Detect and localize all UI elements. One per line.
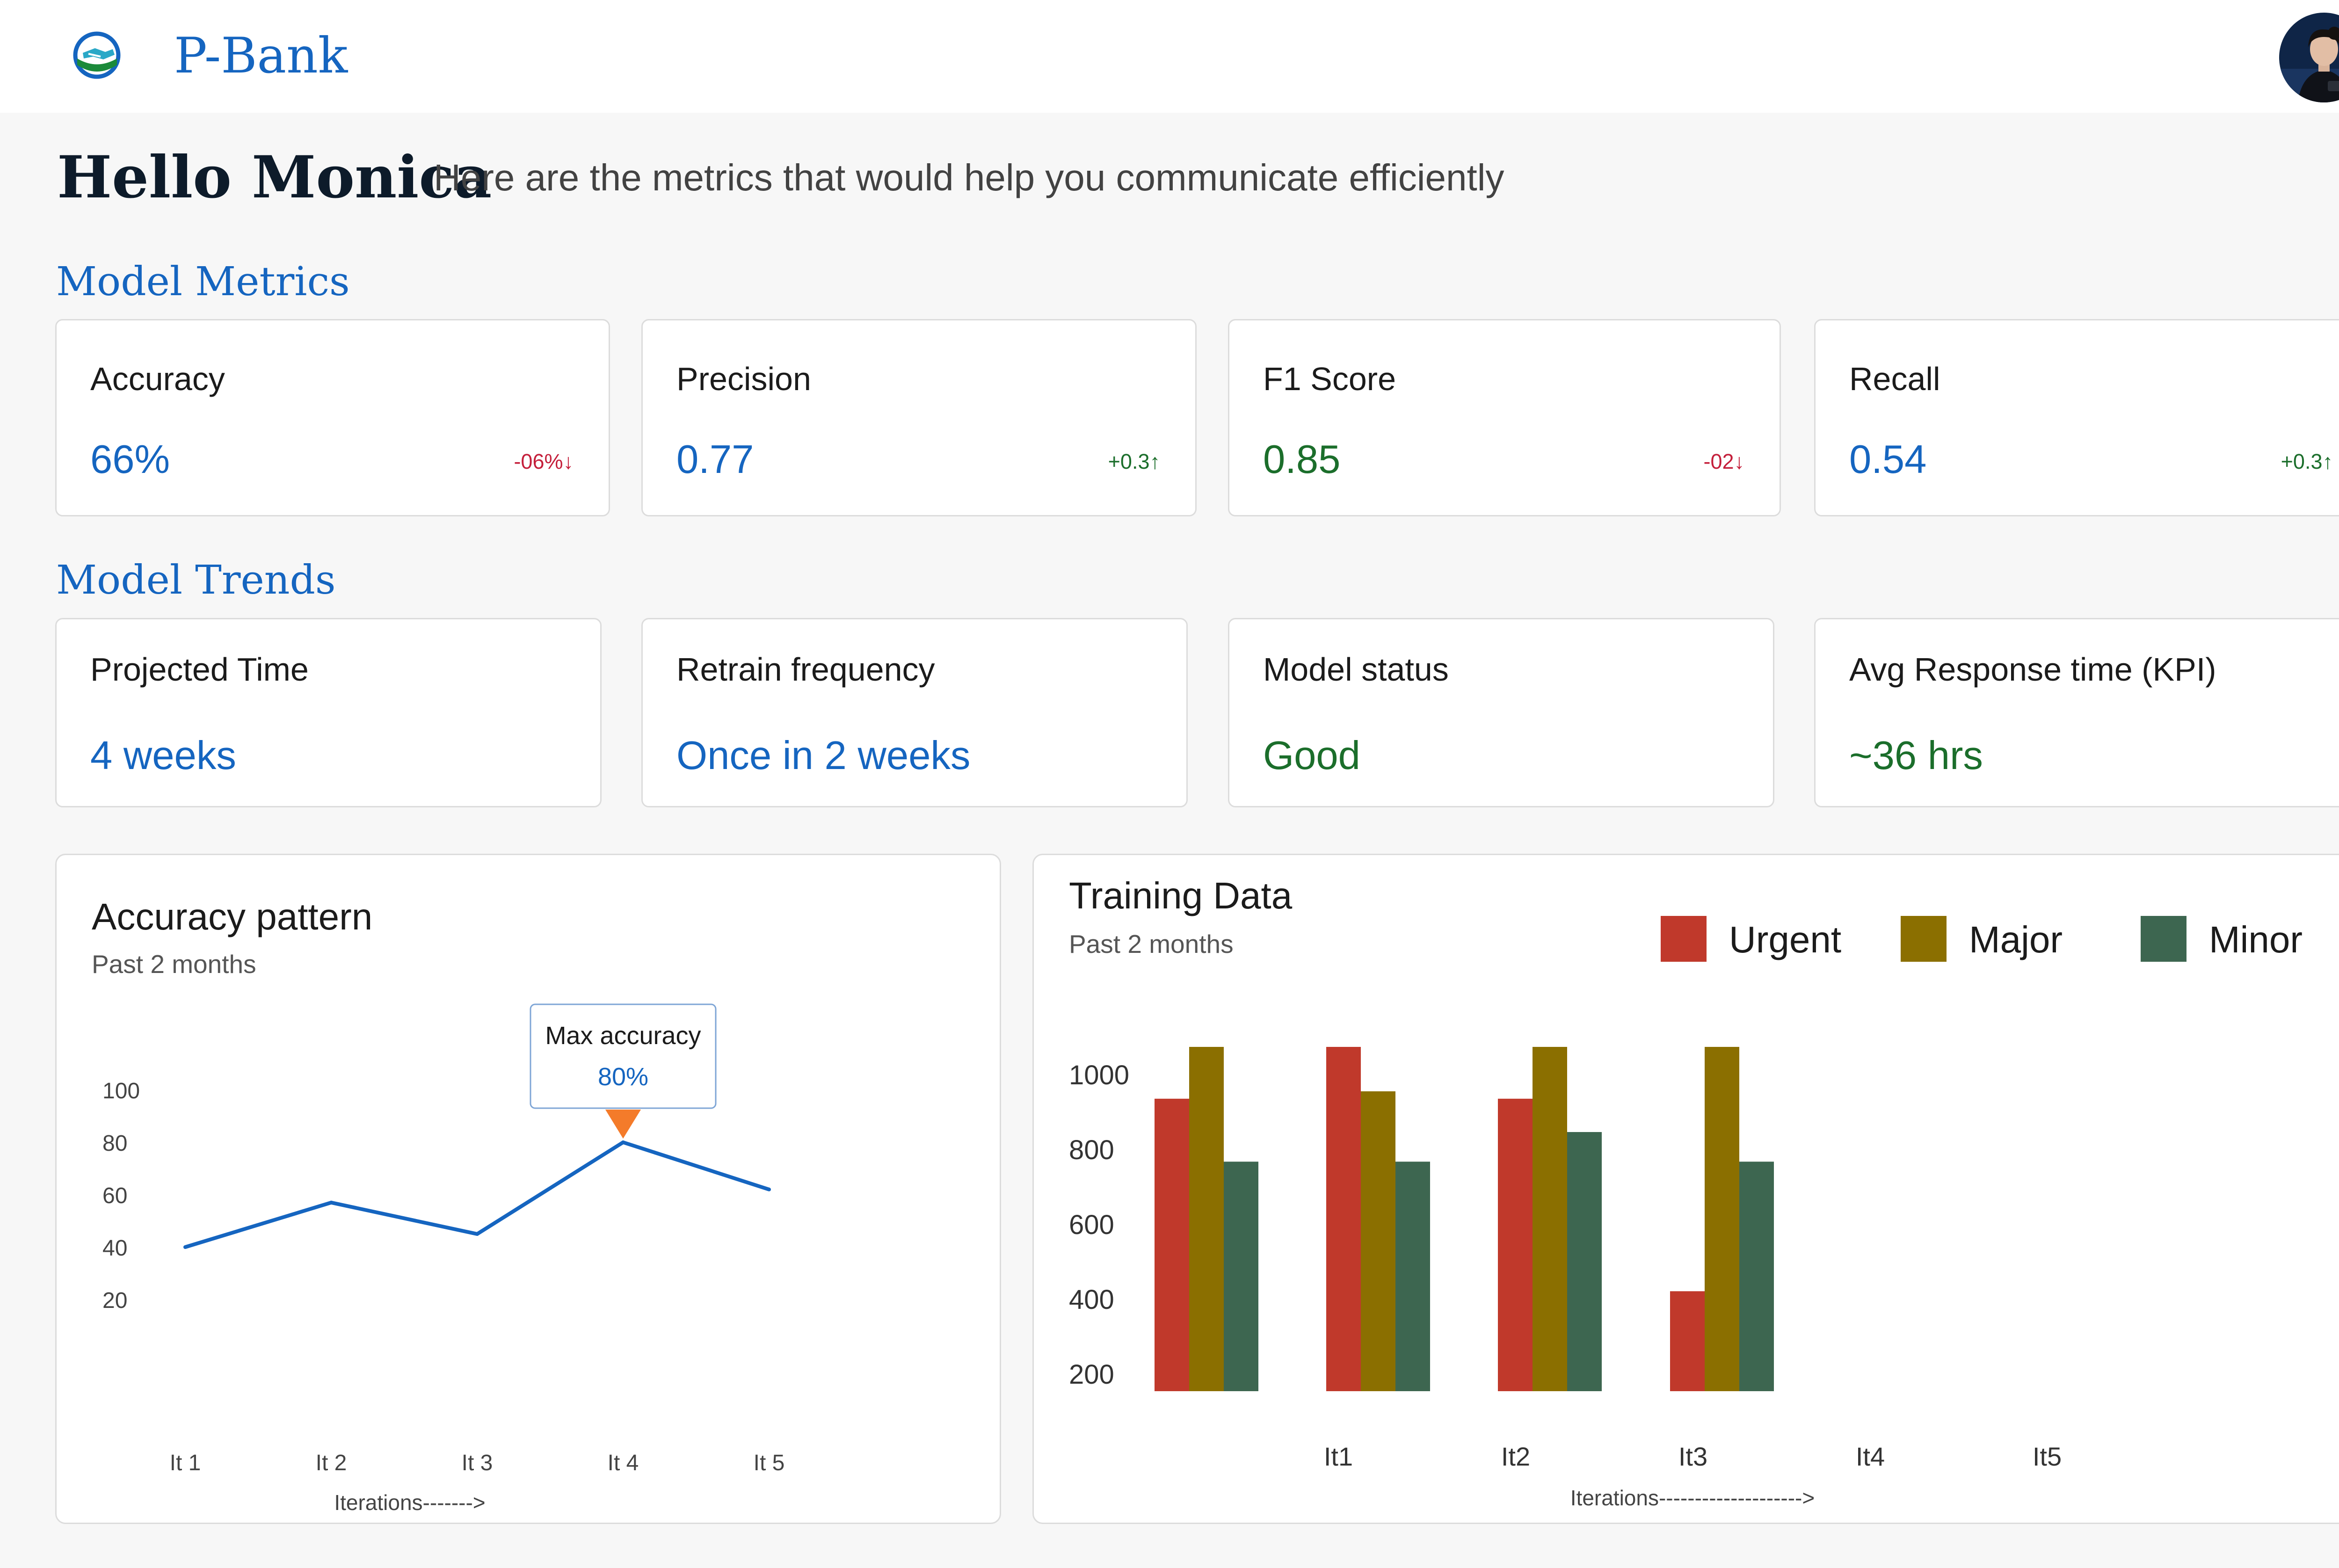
line-point bbox=[767, 1187, 771, 1191]
trend-label: Model status bbox=[1263, 651, 1449, 688]
accuracy-line bbox=[184, 1140, 770, 1249]
metric-label: Accuracy bbox=[90, 361, 225, 397]
y-tick-label: 200 bbox=[1069, 1359, 1114, 1390]
brand-name[interactable]: P-Bank bbox=[174, 25, 348, 86]
y-tick-label: 400 bbox=[1069, 1285, 1114, 1315]
y-tick-label: 100 bbox=[102, 1079, 140, 1103]
trend-label: Retrain frequency bbox=[676, 651, 935, 688]
bar bbox=[1533, 1047, 1567, 1391]
metric-value: 0.85 bbox=[1263, 437, 1341, 482]
bar bbox=[1670, 1291, 1705, 1391]
arrow-down-icon: ↓ bbox=[1734, 450, 1745, 473]
metric-card-recall[interactable]: Recall 0.54 +0.3↑ bbox=[1814, 319, 2339, 516]
accuracy-line-chart: 20 40 60 80 100 It 1 It 2 It 3 It 4 It 5 Iteration… bbox=[102, 1003, 785, 1515]
y-tick-label: 80 bbox=[102, 1131, 127, 1156]
training-bar-chart: 200 400 600 800 1000 It1 It2 It3 It4 It5 Iteration… bbox=[1069, 916, 2303, 1510]
marker-triangle-icon bbox=[605, 1110, 641, 1139]
model-metrics-heading: Model Metrics bbox=[56, 259, 350, 305]
metric-value: 66% bbox=[90, 437, 170, 482]
trend-value: Once in 2 weeks bbox=[676, 733, 971, 778]
arrow-up-icon: ↑ bbox=[2322, 450, 2333, 473]
line-point bbox=[329, 1200, 333, 1205]
trend-card-projected-time[interactable]: Projected Time 4 weeks bbox=[55, 618, 602, 807]
metric-delta: +0.3↑ bbox=[1108, 450, 1161, 473]
legend-label: Urgent bbox=[1729, 919, 1841, 960]
metric-delta: +0.3↑ bbox=[2281, 450, 2333, 473]
legend-swatch bbox=[2141, 916, 2186, 962]
legend-label: Major bbox=[1969, 919, 2063, 960]
legend-swatch bbox=[1661, 916, 1707, 962]
trend-card-avg-response-time[interactable]: Avg Response time (KPI) ~36 hrs bbox=[1814, 618, 2339, 807]
training-data-panel: Training Data Past 2 months 200 400 600 800… bbox=[1032, 854, 2339, 1524]
bar bbox=[1739, 1161, 1774, 1391]
x-tick-label: It 3 bbox=[462, 1451, 493, 1475]
bar bbox=[1567, 1132, 1602, 1391]
bar bbox=[1705, 1047, 1739, 1391]
metric-card-precision[interactable]: Precision 0.77 +0.3↑ bbox=[641, 319, 1197, 516]
metric-value: 0.77 bbox=[676, 437, 754, 482]
tooltip-box bbox=[530, 1003, 717, 1109]
y-tick-label: 20 bbox=[102, 1288, 127, 1313]
metric-label: Precision bbox=[676, 361, 811, 397]
metric-delta: -06%↓ bbox=[514, 450, 574, 473]
metric-card-f1-score[interactable]: F1 Score 0.85 -02↓ bbox=[1228, 319, 1781, 516]
top-bar: P-Bank bbox=[0, 0, 2339, 113]
model-trends-heading: Model Trends bbox=[56, 557, 336, 603]
y-tick-label: 800 bbox=[1069, 1135, 1114, 1165]
x-axis-label: Iterations-------> bbox=[334, 1490, 485, 1515]
y-tick-label: 60 bbox=[102, 1183, 127, 1208]
accuracy-pattern-panel: Accuracy pattern Past 2 months 20 40 60 80 1… bbox=[55, 854, 1001, 1524]
x-tick-label: It 5 bbox=[754, 1451, 785, 1475]
x-tick-label: It 4 bbox=[608, 1451, 639, 1475]
metric-card-accuracy[interactable]: Accuracy 66% -06%↓ bbox=[55, 319, 610, 516]
line-point bbox=[183, 1245, 187, 1249]
tooltip-label: Max accuracy bbox=[545, 1022, 701, 1050]
greeting-title: Hello Monica bbox=[57, 144, 492, 211]
bar bbox=[1189, 1047, 1224, 1391]
bar bbox=[1498, 1098, 1533, 1391]
bar bbox=[1326, 1047, 1361, 1391]
bar bbox=[1395, 1161, 1430, 1391]
y-tick-label: 1000 bbox=[1069, 1060, 1129, 1090]
x-tick-label: It5 bbox=[2033, 1442, 2062, 1471]
legend-swatch bbox=[1901, 916, 1947, 962]
y-tick-label: 600 bbox=[1069, 1210, 1114, 1240]
trend-value: Good bbox=[1263, 733, 1360, 778]
metric-label: F1 Score bbox=[1263, 361, 1396, 397]
metric-value: 0.54 bbox=[1849, 437, 1927, 482]
bar bbox=[1155, 1098, 1189, 1391]
greeting-subtitle: Here are the metrics that would help you… bbox=[434, 157, 1504, 198]
handshake-globe-logo[interactable] bbox=[73, 26, 122, 85]
metric-label: Recall bbox=[1849, 361, 1940, 397]
trend-card-model-status[interactable]: Model status Good bbox=[1228, 618, 1774, 807]
arrow-down-icon: ↓ bbox=[563, 450, 574, 473]
trend-card-retrain-frequency[interactable]: Retrain frequency Once in 2 weeks bbox=[641, 618, 1188, 807]
x-tick-label: It4 bbox=[1856, 1442, 1885, 1471]
legend-label: Minor bbox=[2209, 919, 2303, 960]
x-tick-label: It1 bbox=[1324, 1442, 1353, 1471]
user-avatar[interactable] bbox=[2279, 13, 2339, 102]
bar bbox=[1224, 1161, 1258, 1391]
trend-label: Projected Time bbox=[90, 651, 309, 688]
trend-label: Avg Response time (KPI) bbox=[1849, 651, 2216, 688]
x-tick-label: It 1 bbox=[170, 1451, 201, 1475]
x-tick-label: It 2 bbox=[316, 1451, 347, 1475]
metric-delta: -02↓ bbox=[1703, 450, 1745, 473]
x-tick-label: It3 bbox=[1678, 1442, 1707, 1471]
trend-value: 4 weeks bbox=[90, 733, 236, 778]
x-tick-label: It2 bbox=[1501, 1442, 1530, 1471]
bar bbox=[1361, 1091, 1395, 1391]
tooltip-value: 80% bbox=[598, 1063, 648, 1091]
line-point bbox=[621, 1140, 625, 1144]
trend-value: ~36 hrs bbox=[1849, 733, 1983, 778]
arrow-up-icon: ↑ bbox=[1149, 450, 1161, 473]
y-tick-label: 40 bbox=[102, 1236, 127, 1261]
line-point bbox=[475, 1232, 479, 1236]
x-axis-label: Iterations--------------------> bbox=[1570, 1486, 1815, 1510]
